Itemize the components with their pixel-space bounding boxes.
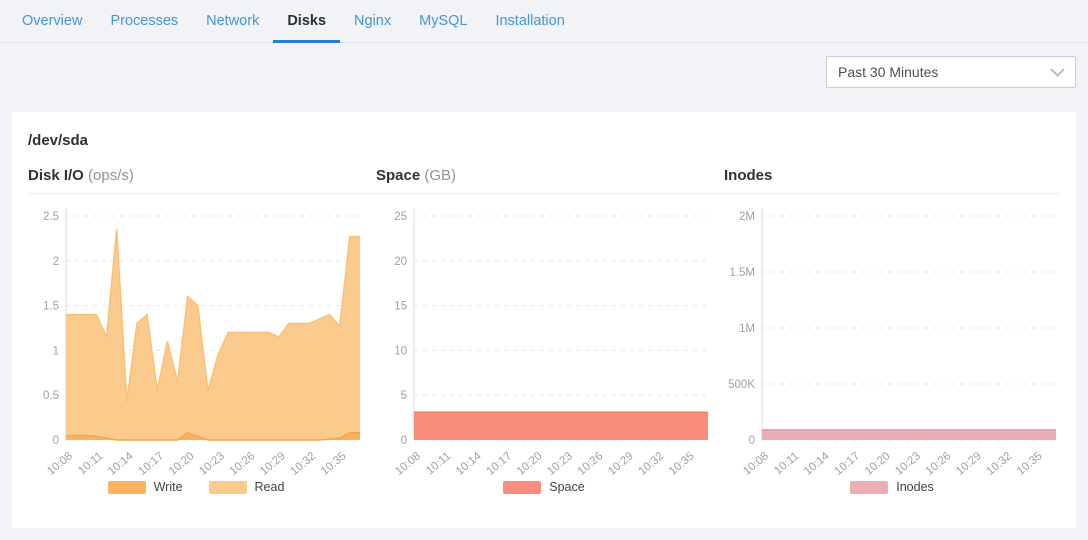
x-axis-tick-label: 10:11 [424,450,453,476]
x-axis-tick-label: 10:29 [258,450,288,476]
x-axis-tick-label: 10:17 [832,450,862,476]
legend-item-write[interactable]: Write [108,478,183,496]
svg-text:5: 5 [401,390,407,402]
svg-text:1: 1 [53,345,59,357]
x-axis-tick-label: 10:14 [106,450,136,476]
charts-row: 00.511.522.510:0810:1110:1410:1710:2010:… [28,198,1060,496]
legend-label: Space [549,480,584,494]
svg-text:1.5: 1.5 [43,301,59,313]
svg-text:0: 0 [749,435,755,447]
tab-network[interactable]: Network [192,1,273,42]
x-axis-tick-label: 10:26 [228,450,258,476]
inodes-chart-canvas: 0500K1M1.5M2M10:0810:1110:1410:1710:2010… [724,198,1060,476]
x-axis-tick-label: 10:32 [636,450,666,476]
svg-text:1.5M: 1.5M [729,267,755,279]
inodes-legend: Inodes [724,478,1060,496]
legend-item-read[interactable]: Read [209,478,285,496]
chart-title-space: Space (GB) [376,167,712,184]
chart-svg: 0 5 10 15 20 25 10:0810:1110:1410:1710:2010:23… [376,198,712,476]
x-axis-tick-label: 10:20 [863,450,893,476]
disk-io-chart-canvas: 00.511.522.510:0810:1110:1410:1710:2010:… [28,198,364,476]
space-legend: Space [376,478,712,496]
card-title: /dev/sda [28,132,1060,149]
x-axis-tick-label: 10:08 [45,450,75,476]
svg-text:2.5: 2.5 [43,211,59,223]
chart-svg: 00.511.522.510:0810:1110:1410:1710:2010:… [28,198,364,476]
x-axis-tick-label: 10:17 [136,450,166,476]
svg-text:1M: 1M [739,323,755,335]
legend-label: Read [255,480,285,494]
x-axis-tick-label: 10:23 [545,450,575,476]
time-range-select[interactable]: Past 30 Minutes [826,56,1076,88]
chart-title-unit: (GB) [424,167,456,184]
disk-io-legend: Write Read [28,478,364,496]
x-axis-tick-label: 10:26 [576,450,606,476]
tab-disks[interactable]: Disks [273,1,340,42]
x-axis-tick-label: 10:23 [197,450,227,476]
legend-swatch [209,481,247,494]
x-axis-tick-label: 10:17 [484,450,514,476]
svg-text:2: 2 [53,256,59,268]
tab-nginx[interactable]: Nginx [340,1,405,42]
x-axis-tick-label: 10:14 [802,450,832,476]
legend-item-inodes[interactable]: Inodes [850,478,934,496]
chart-title-disk-io: Disk I/O (ops/s) [28,167,364,184]
svg-text:0.5: 0.5 [43,390,59,402]
svg-text:25: 25 [394,211,407,223]
chart-title-inodes: Inodes [724,167,1060,184]
x-axis-tick-label: 10:11 [76,450,105,476]
x-axis-tick-label: 10:29 [954,450,984,476]
tab-installation[interactable]: Installation [481,1,578,42]
time-range-value: Past 30 Minutes [838,64,938,80]
x-axis-tick-label: 10:32 [288,450,318,476]
legend-swatch [503,481,541,494]
svg-text:2M: 2M [739,211,755,223]
x-axis-tick-label: 10:08 [741,450,771,476]
divider [28,193,1060,194]
chart-title-unit: (ops/s) [88,167,134,184]
tab-mysql[interactable]: MySQL [405,1,481,42]
legend-swatch [850,481,888,494]
space-chart-canvas: 0 5 10 15 20 25 10:0810:1110:1410:1710:2010:23… [376,198,712,476]
x-axis-tick-label: 10:20 [167,450,197,476]
chart-titles-row: Disk I/O (ops/s) Space (GB) Inodes [28,167,1060,184]
disk-io-chart: 00.511.522.510:0810:1110:1410:1710:2010:… [28,198,364,496]
svg-text:0: 0 [401,435,407,447]
disk-card: /dev/sda Disk I/O (ops/s) Space (GB) Ino… [12,112,1076,528]
x-axis-tick-label: 10:35 [1015,450,1045,476]
x-axis-tick-label: 10:32 [984,450,1014,476]
chart-svg: 0500K1M1.5M2M10:0810:1110:1410:1710:2010… [724,198,1060,476]
svg-text:20: 20 [394,256,407,268]
x-axis-tick-label: 10:26 [924,450,954,476]
x-axis-tick-label: 10:29 [606,450,636,476]
legend-item-space[interactable]: Space [503,478,584,496]
tab-bar: Overview Processes Network Disks Nginx M… [0,0,1088,43]
legend-label: Write [154,480,183,494]
x-axis-tick-label: 10:23 [893,450,923,476]
svg-text:0: 0 [53,435,59,447]
x-axis-tick-label: 10:35 [667,450,697,476]
toolbar: Past 30 Minutes [0,43,1088,88]
x-axis-tick-label: 10:35 [319,450,349,476]
svg-text:10: 10 [394,345,407,357]
legend-swatch [108,481,146,494]
chevron-down-icon [1050,68,1065,77]
x-axis-tick-label: 10:08 [393,450,423,476]
x-axis-tick-label: 10:14 [454,450,484,476]
svg-text:15: 15 [394,301,407,313]
x-axis-tick-label: 10:11 [772,450,801,476]
x-axis-tick-label: 10:20 [515,450,545,476]
tab-overview[interactable]: Overview [8,1,96,42]
space-chart: 0 5 10 15 20 25 10:0810:1110:1410:1710:2010:23… [376,198,712,496]
tab-processes[interactable]: Processes [96,1,192,42]
inodes-chart: 0500K1M1.5M2M10:0810:1110:1410:1710:2010… [724,198,1060,496]
svg-text:500K: 500K [728,379,755,391]
legend-label: Inodes [896,480,934,494]
